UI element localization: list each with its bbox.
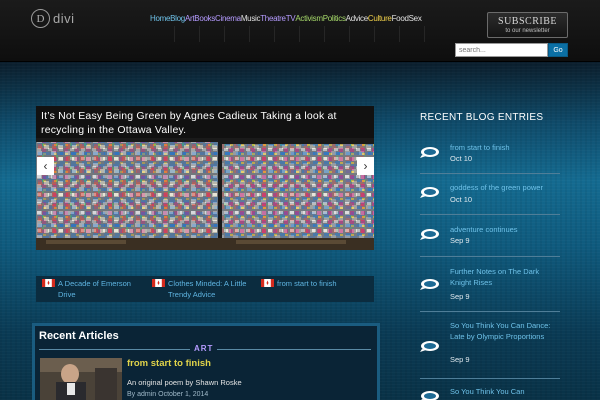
thumb-item[interactable]: Clothes Minded: A Little Trendy Advice [152,278,258,300]
subscribe-button[interactable]: SUBSCRIBE to our newsletter [487,12,568,38]
blog-entry-title[interactable]: from start to finish [450,142,560,153]
entry-divider [420,378,560,379]
site-header: D divi Home Blog Art Books Cinema Music … [0,0,600,62]
canada-flag-icon [42,279,55,287]
recent-blog-entries-heading: RECENT BLOG ENTRIES [420,112,544,123]
entry-divider [420,173,560,174]
slider-prev-button[interactable]: ‹ [37,157,54,175]
slide-image[interactable] [36,138,374,250]
search-button[interactable]: Go [548,43,568,57]
thumb-item[interactable]: A Decade of Emerson Drive [42,278,150,300]
blog-entry-date: Sep 9 [450,236,470,245]
thumb-title[interactable]: from start to finish [277,278,337,289]
blog-entry-date: Oct 10 [450,154,473,163]
nav-theatre[interactable]: Theatre [260,14,286,24]
nav-books[interactable]: Books [194,14,215,24]
recent-articles-heading: Recent Articles [39,330,119,342]
speech-bubble-icon [420,147,439,158]
canada-flag-icon [261,279,274,287]
nav-advice[interactable]: Advice [346,14,369,24]
blog-entry-date: Oct 10 [450,195,473,204]
thumb-title[interactable]: A Decade of Emerson Drive [58,278,150,300]
blog-entry-date: Sep 9 [450,355,470,364]
thumb-item[interactable]: from start to finish [261,278,371,289]
nav-art[interactable]: Art [185,14,195,24]
nav-tv[interactable]: TV [286,14,296,24]
category-label[interactable]: ART [190,344,218,353]
nav-music[interactable]: Music [241,14,261,24]
speech-bubble-icon [420,229,439,240]
canada-flag-icon [152,279,165,287]
speech-bubble-icon [420,279,439,290]
blog-entry-title[interactable]: goddess of the green power [450,182,560,193]
blog-entry-title[interactable]: Further Notes on The Dark Knight Rises [450,266,560,288]
nav-decoration [150,26,440,42]
blog-entry-date: Sep 9 [450,292,470,301]
entry-divider [420,311,560,312]
nav-blog[interactable]: Blog [170,14,185,24]
slide-caption[interactable]: It’s Not Easy Being Green by Agnes Cadie… [36,106,374,138]
site-logo[interactable]: D divi [31,9,75,28]
blog-entry-title[interactable]: So You Think You Can Dance: Late by Olym… [450,320,560,342]
nav-activism[interactable]: Activism [295,14,323,24]
speech-bubble-icon [420,187,439,198]
slider-next-button[interactable]: › [357,157,374,175]
logo-text: divi [53,11,75,26]
logo-mark: D [31,9,50,28]
subscribe-subtitle: to our newsletter [505,28,550,34]
nav-food[interactable]: Food [392,14,409,24]
featured-slider[interactable]: It’s Not Easy Being Green by Agnes Cadie… [36,106,374,250]
article-excerpt: An original poem by Shawn Roske [127,378,242,387]
nav-sex[interactable]: Sex [409,14,422,24]
entry-divider [420,256,560,257]
slider-thumbnails: A Decade of Emerson Drive Clothes Minded… [36,276,374,302]
subscribe-title: SUBSCRIBE [498,16,557,27]
article-thumbnail[interactable] [40,358,122,400]
main-nav: Home Blog Art Books Cinema Music Theatre… [150,14,422,24]
chevron-left-icon: ‹ [43,159,48,173]
entry-divider [420,214,560,215]
thumb-title[interactable]: Clothes Minded: A Little Trendy Advice [168,278,258,300]
blog-entry-title[interactable]: So You Think You Can [450,386,560,397]
article-meta: By admin October 1, 2014 [127,391,209,398]
speech-bubble-icon [421,391,439,400]
search-input[interactable] [455,43,548,57]
nav-cinema[interactable]: Cinema [215,14,241,24]
speech-bubble-icon [420,341,439,352]
nav-politics[interactable]: Politics [323,14,346,24]
blog-entry-title[interactable]: adventure continues [450,224,560,235]
recent-articles-panel: Recent Articles ART from start to finish… [32,323,380,400]
article-title[interactable]: from start to finish [127,358,211,369]
nav-home[interactable]: Home [150,14,170,24]
nav-culture[interactable]: Culture [368,14,392,24]
chevron-right-icon: › [363,159,368,173]
